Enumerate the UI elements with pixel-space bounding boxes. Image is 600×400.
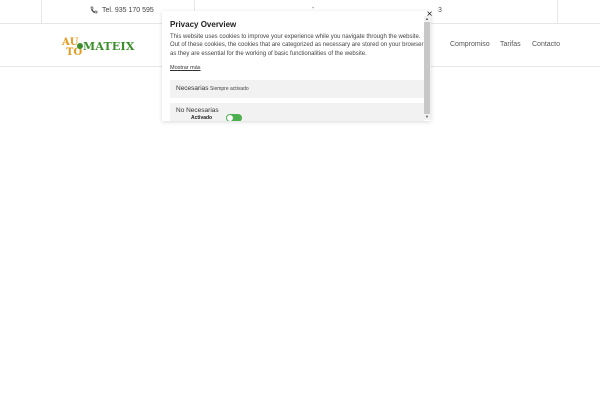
nav-contacto[interactable]: Contacto — [532, 41, 560, 48]
category-label: No Necesarias — [176, 107, 219, 114]
privacy-modal: Privacy Overview This website uses cooki… — [162, 11, 431, 121]
cookie-category-necesarias[interactable]: Necesarias Siempre activado — [170, 80, 424, 98]
divider — [557, 0, 558, 23]
toggle-knob — [227, 115, 233, 121]
divider — [41, 0, 42, 23]
scrollbar-thumb[interactable] — [424, 22, 430, 114]
always-enabled-label: Siempre activado — [210, 86, 249, 92]
scroll-down-arrow-icon[interactable]: ▼ — [424, 114, 430, 120]
toggle-label: Activado — [191, 115, 213, 121]
top-trailing-text: 3 — [438, 7, 442, 14]
nav-tarifas[interactable]: Tarifas — [500, 41, 521, 48]
close-icon[interactable]: × — [425, 10, 434, 20]
logo-text-mateix: MATEIX — [83, 40, 135, 53]
modal-title: Privacy Overview — [170, 20, 237, 29]
phone-contact[interactable]: Tel. 935 170 595 — [90, 6, 154, 14]
phone-number: Tel. 935 170 595 — [102, 6, 154, 14]
cookie-toggle[interactable] — [226, 114, 242, 121]
category-label: Necesarias — [176, 85, 209, 92]
phone-icon — [90, 6, 98, 14]
show-more-link[interactable]: Mostrar más — [170, 65, 201, 71]
site-logo[interactable]: AU TO MATEIX — [62, 37, 135, 59]
modal-description: This website uses cookies to improve you… — [170, 34, 424, 57]
nav-compromiso[interactable]: Compromiso — [450, 41, 490, 48]
cookie-category-no-necesarias[interactable]: No Necesarias Activado — [170, 103, 424, 121]
